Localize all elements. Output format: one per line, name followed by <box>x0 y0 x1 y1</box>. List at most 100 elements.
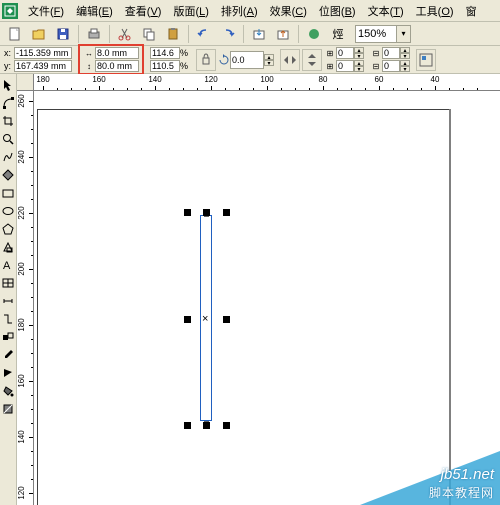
zoom-combo[interactable]: ▾ <box>355 25 411 43</box>
new-button[interactable] <box>4 24 26 44</box>
page-edge <box>449 109 451 505</box>
vertical-ruler[interactable]: 26024022020018016014012010080 <box>17 91 34 505</box>
lock-ratio-button[interactable] <box>196 49 216 71</box>
handle-middle-left[interactable] <box>184 316 191 323</box>
copy-button[interactable] <box>138 24 160 44</box>
pct-label-1: % <box>180 48 190 58</box>
smart-fill-tool[interactable] <box>0 167 16 183</box>
menu-0[interactable]: 文件(F) <box>22 1 70 21</box>
horizontal-ruler[interactable]: 180160140120100806040 <box>34 74 500 91</box>
svg-text:A: A <box>3 260 11 271</box>
paste-button[interactable] <box>162 24 184 44</box>
menu-5[interactable]: 效果(C) <box>264 1 313 21</box>
shape-tool[interactable] <box>0 95 16 111</box>
rotate-icon <box>218 55 230 65</box>
connector-tool[interactable] <box>0 311 16 327</box>
grid-input-3[interactable] <box>382 47 400 59</box>
menu-1[interactable]: 编辑(E) <box>70 1 119 21</box>
handle-bottom-right[interactable] <box>223 422 230 429</box>
grid-spin-3[interactable]: ▴▾ <box>400 47 410 59</box>
width-input[interactable] <box>95 47 139 59</box>
zoom-tool[interactable] <box>0 131 16 147</box>
workspace: A 180160140120100806040 2602402202001801… <box>0 74 500 505</box>
rotation-spinner[interactable]: ▴▾ <box>264 54 274 66</box>
redo-button[interactable] <box>217 24 239 44</box>
grid-spin-4[interactable]: ▴▾ <box>400 60 410 72</box>
hruler-label: 120 <box>204 75 217 84</box>
pct-label-2: % <box>180 61 190 71</box>
zoom-input[interactable] <box>356 28 396 40</box>
pick-tool[interactable] <box>0 77 16 93</box>
undo-button[interactable] <box>193 24 215 44</box>
interactive-tool[interactable] <box>0 329 16 345</box>
eyedropper-tool[interactable] <box>0 347 16 363</box>
text-tool[interactable]: A <box>0 257 16 273</box>
handle-bottom-left[interactable] <box>184 422 191 429</box>
outline-tool[interactable] <box>0 365 16 381</box>
drawing-canvas[interactable]: × <box>34 91 500 505</box>
handle-top-right[interactable] <box>223 209 230 216</box>
menu-2[interactable]: 查看(V) <box>119 1 168 21</box>
handle-middle-right[interactable] <box>223 316 230 323</box>
freehand-tool[interactable] <box>0 149 16 165</box>
mirror-v-button[interactable] <box>302 49 322 71</box>
grid-icon-2: ⊞ <box>324 61 336 71</box>
grid-input-4[interactable] <box>382 60 400 72</box>
menu-8[interactable]: 工具(O) <box>410 1 460 21</box>
grid-input-1[interactable] <box>336 47 354 59</box>
handle-bottom-center[interactable] <box>203 422 210 429</box>
hruler-label: 140 <box>148 75 161 84</box>
crop-tool[interactable] <box>0 113 16 129</box>
print-button[interactable] <box>83 24 105 44</box>
menu-6[interactable]: 位图(B) <box>313 1 362 21</box>
toolbox: A <box>0 74 17 505</box>
hruler-label: 160 <box>92 75 105 84</box>
import-button[interactable] <box>248 24 270 44</box>
rectangle-tool[interactable] <box>0 185 16 201</box>
x-input[interactable] <box>14 47 72 59</box>
y-label: y: <box>4 61 14 71</box>
ruler-corner[interactable] <box>17 74 34 91</box>
hruler-label: 180 <box>36 75 49 84</box>
x-label: x: <box>4 48 14 58</box>
height-input[interactable] <box>95 60 139 72</box>
grid-spin-2[interactable]: ▴▾ <box>354 60 364 72</box>
page-boundary <box>37 109 451 505</box>
basic-shapes-tool[interactable] <box>0 239 16 255</box>
zoom-dropdown-icon[interactable]: ▾ <box>396 26 410 42</box>
rotation-input[interactable] <box>230 51 264 69</box>
menu-3[interactable]: 版面(L) <box>167 1 214 21</box>
grid-icon-1: ⊞ <box>324 48 336 58</box>
menu-7[interactable]: 文本(T) <box>362 1 410 21</box>
ellipse-tool[interactable] <box>0 203 16 219</box>
scale-y-input[interactable] <box>150 60 180 72</box>
handle-top-center[interactable] <box>203 209 210 216</box>
table-tool[interactable] <box>0 275 16 291</box>
grid-group-2: ⊟▴▾ ⊟▴▾ <box>370 47 410 72</box>
open-button[interactable] <box>28 24 50 44</box>
save-button[interactable] <box>52 24 74 44</box>
cut-button[interactable] <box>114 24 136 44</box>
polygon-tool[interactable] <box>0 221 16 237</box>
menu-9[interactable]: 窗 <box>460 1 483 21</box>
y-input[interactable] <box>14 60 72 72</box>
wrap-text-button[interactable] <box>416 49 436 71</box>
vruler-label: 200 <box>17 262 26 275</box>
fill-tool[interactable] <box>0 383 16 399</box>
grid-spin-1[interactable]: ▴▾ <box>354 47 364 59</box>
grid-input-2[interactable] <box>336 60 354 72</box>
vruler-label: 220 <box>17 206 26 219</box>
menu-4[interactable]: 排列(A) <box>215 1 264 21</box>
app-launcher-button[interactable] <box>303 24 325 44</box>
property-bar: x: y: ↔ ↕ % % ▴▾ ⊞▴▾ ⊞▴▾ ⊟▴▾ ⊟▴▾ <box>0 46 500 74</box>
selected-object[interactable]: × <box>184 209 230 429</box>
interactive-fill-tool[interactable] <box>0 401 16 417</box>
welcome-button[interactable]: 烴 <box>327 24 349 44</box>
grid-icon-3: ⊟ <box>370 48 382 58</box>
export-button[interactable] <box>272 24 294 44</box>
dimension-tool[interactable] <box>0 293 16 309</box>
scale-x-input[interactable] <box>150 47 180 59</box>
position-group: x: y: <box>4 47 72 72</box>
handle-top-left[interactable] <box>184 209 191 216</box>
mirror-h-button[interactable] <box>280 49 300 71</box>
